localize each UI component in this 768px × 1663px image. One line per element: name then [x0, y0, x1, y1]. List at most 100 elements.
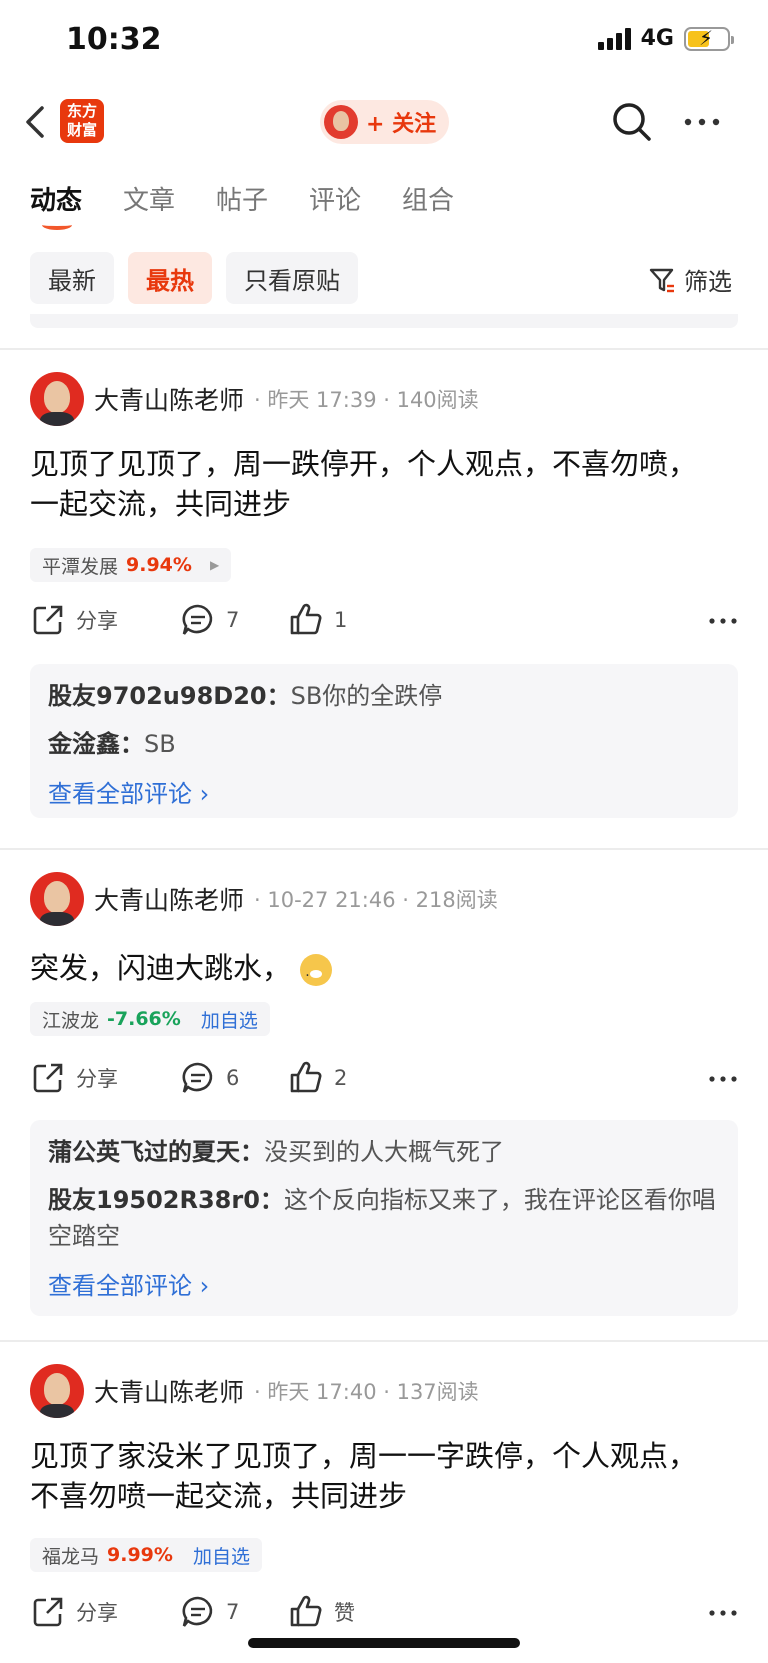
sort-chips: 最新 最热 只看原贴	[30, 252, 358, 304]
clock: 10:32	[66, 22, 162, 57]
commenter-name[interactable]: 股友19502R38r0：	[48, 1186, 284, 1214]
share-button[interactable]: 分享	[30, 1594, 118, 1630]
filter-label: 筛选	[684, 268, 732, 296]
commenter-name[interactable]: 股友9702u98D20：	[48, 682, 291, 710]
home-indicator	[248, 1638, 520, 1648]
share-icon	[33, 605, 63, 635]
like-button[interactable]: 2	[288, 1060, 347, 1096]
like-count: 2	[334, 1066, 348, 1090]
comment-text: SB你的全跌停	[290, 682, 443, 710]
tab-dynamic[interactable]: 动态	[30, 180, 123, 230]
thumbs-up-icon	[290, 1595, 322, 1627]
thumbs-up-icon	[290, 1061, 322, 1093]
chip-hottest[interactable]: 最热	[128, 252, 212, 304]
network-label: 4G	[640, 26, 674, 51]
brand-logo: 东方财富	[60, 99, 104, 143]
stock-name: 江波龙	[42, 1009, 100, 1032]
avatar[interactable]	[30, 372, 84, 426]
tab-portfolio[interactable]: 组合	[402, 180, 495, 217]
stock-tag[interactable]: 平潭发展 9.94% ▶	[30, 548, 232, 582]
author-name[interactable]: 大青山陈老师	[94, 881, 244, 917]
view-all-comments-link[interactable]: 查看全部评论 ›	[48, 774, 720, 809]
comment-line: 金淦鑫：SB	[48, 726, 720, 762]
comment-preview[interactable]: 蒲公英飞过的夏天：没买到的人大概气死了 股友19502R38r0：这个反向指标又…	[30, 1120, 738, 1316]
tab-comments[interactable]: 评论	[309, 180, 402, 217]
author-name[interactable]: 大青山陈老师	[94, 1373, 244, 1409]
stock-change: 9.99%	[107, 1544, 173, 1566]
comment-icon	[182, 1596, 213, 1627]
comment-count: 7	[226, 608, 240, 632]
share-icon	[33, 1597, 63, 1627]
arrow-right-icon: ▶	[209, 558, 220, 572]
stock-tag[interactable]: 江波龙 -7.66% 加自选	[30, 1002, 270, 1036]
stock-change: -7.66%	[107, 1008, 181, 1030]
comment-line: 股友19502R38r0：这个反向指标又来了，我在评论区看你唱空踏空	[48, 1182, 720, 1254]
avatar[interactable]	[30, 872, 84, 926]
thumbs-up-icon	[290, 603, 322, 635]
add-watchlist-button[interactable]: 加自选	[193, 1542, 250, 1569]
avatar[interactable]	[30, 1364, 84, 1418]
share-button[interactable]: 分享	[30, 1060, 118, 1096]
more-icon[interactable]	[708, 1066, 738, 1092]
comment-count: 6	[226, 1066, 240, 1090]
back-arrow-icon[interactable]	[22, 102, 52, 142]
author-name[interactable]: 大青山陈老师	[94, 381, 244, 417]
comment-button[interactable]: 7	[180, 1594, 239, 1630]
comment-text: 没买到的人大概气死了	[264, 1138, 504, 1166]
stock-name: 平潭发展	[42, 555, 119, 578]
post-text[interactable]: 突发，闪迪大跳水，	[30, 948, 720, 996]
comment-preview[interactable]: 股友9702u98D20：SB你的全跌停 金淦鑫：SB 查看全部评论 ›	[30, 664, 738, 818]
post-meta: · 昨天 17:39 · 140阅读	[254, 388, 479, 412]
avatar	[324, 105, 358, 139]
top-nav: 东方财富 + 关注	[0, 84, 768, 164]
filter-button[interactable]: 筛选	[648, 262, 732, 297]
comment-icon	[182, 1062, 213, 1093]
comment-button[interactable]: 7	[180, 602, 239, 638]
signal-icon	[597, 27, 631, 50]
battery-icon: ⚡	[684, 26, 734, 51]
post-meta: · 昨天 17:40 · 137阅读	[254, 1380, 479, 1404]
more-icon[interactable]	[708, 1600, 738, 1626]
commenter-name[interactable]: 蒲公英飞过的夏天：	[48, 1138, 264, 1166]
stock-name: 福龙马	[42, 1545, 100, 1568]
comment-icon	[182, 604, 213, 635]
add-watchlist-button[interactable]: 加自选	[201, 1006, 258, 1033]
stock-change: 9.94%	[126, 554, 192, 576]
divider	[0, 1340, 768, 1342]
view-all-comments-link[interactable]: 查看全部评论 ›	[48, 1266, 720, 1301]
comment-line: 蒲公英飞过的夏天：没买到的人大概气死了	[48, 1134, 720, 1170]
post-text[interactable]: 见顶了见顶了，周一跌停开，个人观点，不喜勿喷，一起交流，共同进步	[30, 444, 720, 524]
status-bar: 10:32 4G ⚡	[0, 0, 768, 84]
previous-card-edge	[30, 314, 738, 328]
action-bar: 分享 7 1	[30, 602, 738, 642]
tab-bar: 动态 文章 帖子 评论 组合	[30, 180, 495, 230]
tab-articles[interactable]: 文章	[123, 180, 216, 217]
follow-button[interactable]: + 关注	[320, 100, 449, 144]
tab-posts[interactable]: 帖子	[216, 180, 309, 217]
post-text[interactable]: 见顶了家没米了见顶了，周一一字跌停，个人观点，不喜勿喷一起交流，共同进步	[30, 1436, 720, 1516]
stock-tag[interactable]: 福龙马 9.99% 加自选	[30, 1538, 262, 1572]
commenter-name[interactable]: 金淦鑫：	[48, 730, 144, 758]
action-bar: 分享 6 2	[30, 1060, 738, 1100]
share-label: 分享	[76, 609, 118, 633]
like-button[interactable]: 1	[288, 602, 347, 638]
post-text-body: 突发，闪迪大跳水，	[30, 951, 292, 985]
share-label: 分享	[76, 1601, 118, 1625]
share-button[interactable]: 分享	[30, 602, 118, 638]
comment-text: SB	[144, 730, 176, 758]
share-icon	[33, 1063, 63, 1093]
chip-original-only[interactable]: 只看原贴	[226, 252, 358, 304]
share-label: 分享	[76, 1067, 118, 1091]
like-count: 1	[334, 608, 348, 632]
search-icon[interactable]	[610, 100, 654, 144]
comment-line: 股友9702u98D20：SB你的全跌停	[48, 678, 720, 714]
comment-button[interactable]: 6	[180, 1060, 239, 1096]
more-icon[interactable]	[708, 608, 738, 634]
like-label: 赞	[334, 1601, 355, 1625]
filter-icon	[649, 268, 674, 292]
divider	[0, 348, 768, 350]
like-button[interactable]: 赞	[288, 1594, 355, 1630]
more-icon[interactable]	[680, 104, 724, 140]
follow-label: + 关注	[366, 112, 437, 137]
chip-latest[interactable]: 最新	[30, 252, 114, 304]
